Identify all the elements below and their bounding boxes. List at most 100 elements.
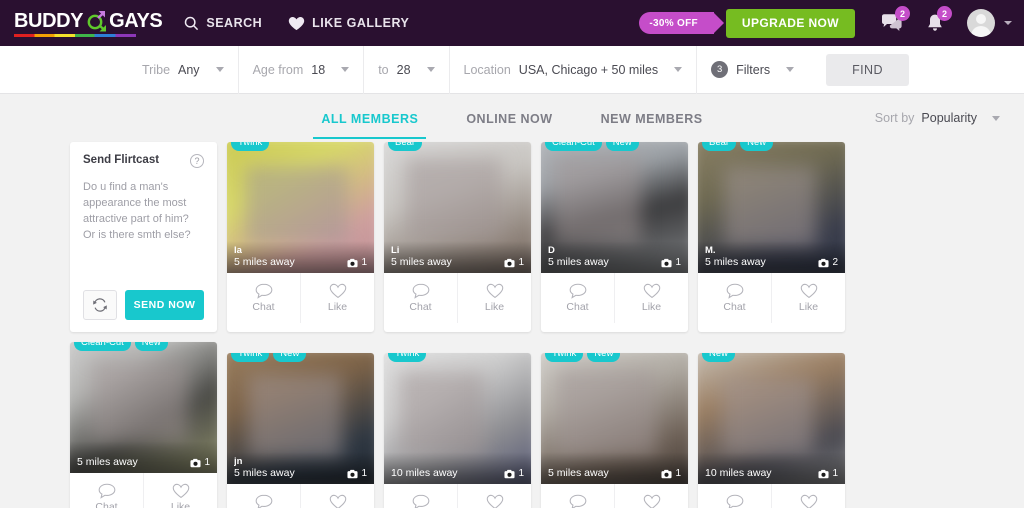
heart-outline-icon	[329, 494, 346, 508]
filters-label: Filters	[736, 62, 771, 77]
filter-age-from[interactable]: Age from 18	[239, 45, 365, 94]
member-photo[interactable]: Twink New 5 miles away 1	[541, 353, 688, 484]
member-card-actions: ChatLike	[384, 484, 531, 508]
heart-outline-icon	[172, 483, 189, 499]
like-button[interactable]: Like	[614, 273, 688, 323]
filter-tribe[interactable]: Tribe Any	[128, 45, 239, 94]
member-distance: 5 miles away	[77, 456, 138, 468]
heart-outline-icon	[643, 283, 660, 299]
like-button[interactable]: Like	[300, 484, 374, 508]
discount-badge[interactable]: -30% OFF	[639, 12, 724, 34]
member-name: la	[234, 245, 242, 256]
find-button[interactable]: FIND	[826, 53, 909, 86]
member-name	[391, 456, 524, 467]
like-button[interactable]: Like	[457, 273, 531, 323]
flirtcast-refresh-button[interactable]	[83, 290, 117, 320]
member-photo-count-value: 1	[518, 257, 524, 268]
member-card[interactable]: Clean-Cut New D 5 miles away 1 Chat Like	[541, 142, 688, 332]
nav-like-gallery[interactable]: LIKE GALLERY	[288, 16, 409, 31]
tab-online-now[interactable]: ONLINE NOW	[442, 98, 576, 139]
member-meta-row: 5 miles away 1	[77, 456, 210, 468]
notifications-button[interactable]: 2	[925, 6, 952, 33]
member-photo-footer: la 5 miles away 1	[227, 241, 374, 273]
chat-button[interactable]: Chat	[227, 484, 300, 508]
member-name: jn	[234, 456, 243, 467]
member-photo[interactable]: Twink New jn 5 miles away 1	[227, 353, 374, 484]
member-photo[interactable]: Clean-Cut New 5 miles away 1	[70, 342, 217, 473]
heart-outline-icon	[486, 283, 503, 299]
like-button[interactable]: Like	[457, 484, 531, 508]
like-button[interactable]: Like	[771, 484, 845, 508]
member-tag: New	[740, 142, 774, 151]
like-button[interactable]: Like	[771, 273, 845, 323]
user-menu[interactable]	[967, 9, 1012, 37]
chat-button[interactable]: Chat	[541, 484, 614, 508]
member-photo-footer: Li 5 miles away 1	[384, 241, 531, 273]
chat-button[interactable]: Chat	[541, 273, 614, 323]
flirtcast-send-button[interactable]: SEND NOW	[125, 290, 204, 320]
chevron-down-icon	[341, 67, 350, 72]
member-card[interactable]: TwinkNew 5 miles away 1 ChatLike	[541, 353, 688, 508]
speech-bubble-icon	[726, 494, 743, 508]
member-meta-row: 10 miles away 1	[391, 467, 524, 479]
member-card[interactable]: Clean-Cut New 5 miles away 1 Chat Like	[70, 342, 217, 508]
member-distance: 5 miles away	[234, 256, 295, 268]
chat-label: Chat	[723, 301, 746, 313]
flirtcast-title: Send Flirtcast	[83, 154, 160, 166]
like-button[interactable]: Like	[614, 484, 688, 508]
member-distance: 5 miles away	[705, 256, 766, 268]
like-label: Like	[170, 501, 191, 508]
member-tags: New	[702, 353, 736, 362]
logo-text-buddy: BUDDY	[14, 9, 84, 32]
chat-button[interactable]: Chat	[70, 473, 143, 508]
tab-all-members[interactable]: ALL MEMBERS	[297, 98, 442, 139]
filter-location[interactable]: Location USA, Chicago + 50 miles	[450, 45, 698, 94]
member-photo[interactable]: Bear Li 5 miles away 1	[384, 142, 531, 273]
photo-redaction-patch	[244, 165, 348, 245]
member-distance: 5 miles away	[548, 256, 609, 268]
chat-button[interactable]: Chat	[698, 484, 771, 508]
filter-more-filters[interactable]: 3 Filters	[697, 46, 808, 94]
member-card[interactable]: New 10 miles away 1 ChatLike	[698, 353, 845, 508]
speech-bubble-icon	[412, 494, 429, 508]
tab-new-members[interactable]: NEW MEMBERS	[577, 98, 727, 139]
member-photo[interactable]: Bear New M. 5 miles away 2	[698, 142, 845, 273]
member-card[interactable]: TwinkNew jn5 miles away 1 ChatLike	[227, 353, 374, 508]
member-card[interactable]: Bear Li 5 miles away 1 Chat Like	[384, 142, 531, 332]
member-meta-row: 10 miles away 1	[705, 467, 838, 479]
chat-button[interactable]: Chat	[227, 273, 300, 323]
like-button[interactable]: Like	[143, 473, 217, 508]
messages-button[interactable]: 2	[881, 6, 910, 33]
chat-button[interactable]: Chat	[384, 273, 457, 323]
member-meta-row: 5 miles away 2	[705, 256, 838, 268]
member-photo-count-value: 1	[361, 257, 367, 268]
chat-button[interactable]: Chat	[384, 484, 457, 508]
sort-by-dropdown[interactable]: Sort by Popularity	[875, 111, 1000, 125]
camera-icon	[190, 458, 201, 467]
member-card[interactable]: Twink 10 miles away 1 ChatLike	[384, 353, 531, 508]
photo-redaction-patch	[404, 157, 502, 239]
member-tags: Bear	[388, 142, 423, 151]
member-card[interactable]: Bear New M. 5 miles away 2 Chat Like	[698, 142, 845, 332]
member-tags: Twink New	[231, 353, 307, 362]
member-photo-count-value: 1	[518, 468, 524, 479]
site-logo[interactable]: BUDDY GAYS	[14, 9, 163, 37]
heart-outline-icon	[800, 494, 817, 508]
member-photo[interactable]: New 10 miles away 1	[698, 353, 845, 484]
member-photo[interactable]: Clean-Cut New D 5 miles away 1	[541, 142, 688, 273]
like-button[interactable]: Like	[300, 273, 374, 323]
question-mark-icon[interactable]: ?	[190, 154, 204, 168]
sort-by-value: Popularity	[921, 111, 977, 125]
member-photo-count: 1	[661, 468, 681, 479]
member-photo[interactable]: Twink 10 miles away 1	[384, 353, 531, 484]
member-photo[interactable]: Twink la 5 miles away 1	[227, 142, 374, 273]
filter-age-to[interactable]: to 28	[364, 45, 450, 94]
nav-search[interactable]: SEARCH	[184, 16, 262, 31]
member-grid: Send Flirtcast ? Do u find a man's appea…	[0, 142, 1024, 508]
upgrade-now-button[interactable]: UPGRADE NOW	[725, 8, 855, 38]
chat-button[interactable]: Chat	[698, 273, 771, 323]
member-tag: Twink	[231, 142, 270, 151]
chevron-down-icon	[1004, 21, 1012, 25]
flirtcast-body: Send Flirtcast ? Do u find a man's appea…	[70, 142, 217, 332]
member-card[interactable]: Twink la 5 miles away 1 Chat Like	[227, 142, 374, 332]
